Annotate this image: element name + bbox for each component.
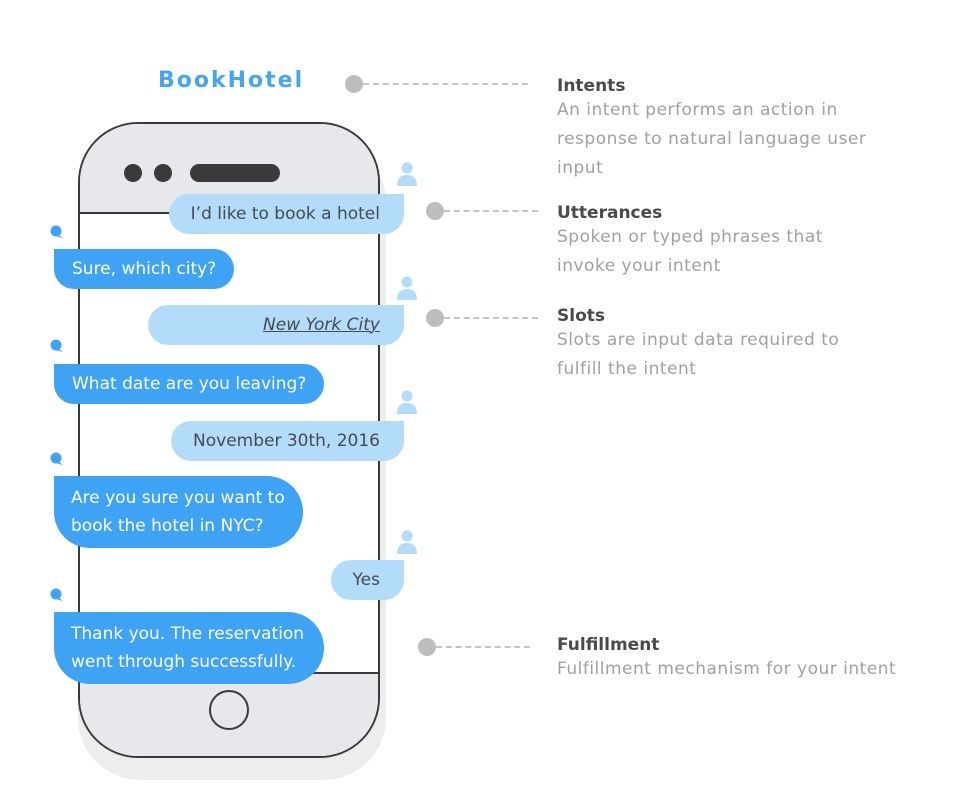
chat-bubble-icon [50,225,63,238]
legend-description-line: input [557,158,604,178]
user-icon [397,276,417,300]
message-text: I’d like to book a hotel [190,204,380,224]
legend-intents: Intents An intent performs an action in … [557,76,866,183]
user-confirmation-bubble: Yes [330,560,404,600]
user-icon [397,530,417,554]
user-utterance-bubble: November 30th, 2016 [171,421,404,461]
fulfillment-connector-dot [418,638,436,656]
fulfillment-connector-line [436,646,530,648]
user-icon [397,390,417,414]
user-utterance-bubble: I’d like to book a hotel [168,194,404,234]
intent-title: BookHotel [158,68,305,93]
message-line: Thank you. The reservation [71,624,305,644]
message-line: book the hotel in NYC? [71,516,264,536]
chat-bubble-icon [50,339,63,352]
chat-bubble-icon [50,588,63,601]
legend-title: Utterances [557,203,663,223]
sensor-dot-icon [154,164,172,182]
legend-title: Fulfillment [557,635,660,655]
legend-fulfillment: Fulfillment Fulfillment mechanism for yo… [557,635,896,684]
chat-bubble-icon [50,452,63,465]
legend-description-line: An intent performs an action in [557,100,838,120]
legend-description-line: Slots are input data required to [557,330,840,350]
speaker-icon [190,164,280,182]
message-line: went through successfully. [71,652,297,672]
bot-response-bubble: Are you sure you want to book the hotel … [54,476,303,548]
home-button-icon [209,690,249,730]
bot-response-bubble: Sure, which city? [54,249,235,289]
user-slot-bubble: New York City [148,305,404,345]
legend-title: Slots [557,306,605,326]
phone-bottom-panel [80,672,378,756]
intents-connector-line [363,83,528,85]
message-text: November 30th, 2016 [193,431,380,451]
intents-connector-dot [345,75,363,93]
legend-utterances: Utterances Spoken or typed phrases that … [557,203,823,281]
legend-slots: Slots Slots are input data required to f… [557,306,839,384]
message-text: Yes [352,570,380,590]
legend-description-line: fulfill the intent [557,359,697,379]
utterances-connector-line [444,210,538,212]
legend-description-line: Spoken or typed phrases that [557,227,823,247]
message-line: Are you sure you want to [71,488,285,508]
legend-description-line: invoke your intent [557,256,721,276]
legend-title: Intents [557,76,626,96]
message-text: What date are you leaving? [72,374,307,394]
slots-connector-line [444,317,538,319]
legend-description-line: response to natural language user [557,129,867,149]
user-icon [397,162,417,186]
utterances-connector-dot [426,202,444,220]
slot-value-text: New York City [263,315,380,335]
message-text: Sure, which city? [72,259,217,279]
bot-response-bubble: What date are you leaving? [54,364,325,404]
camera-dot-icon [124,164,142,182]
bot-fulfillment-bubble: Thank you. The reservation went through … [54,612,325,684]
legend-description-line: Fulfillment mechanism for your intent [557,659,897,679]
slots-connector-dot [426,309,444,327]
